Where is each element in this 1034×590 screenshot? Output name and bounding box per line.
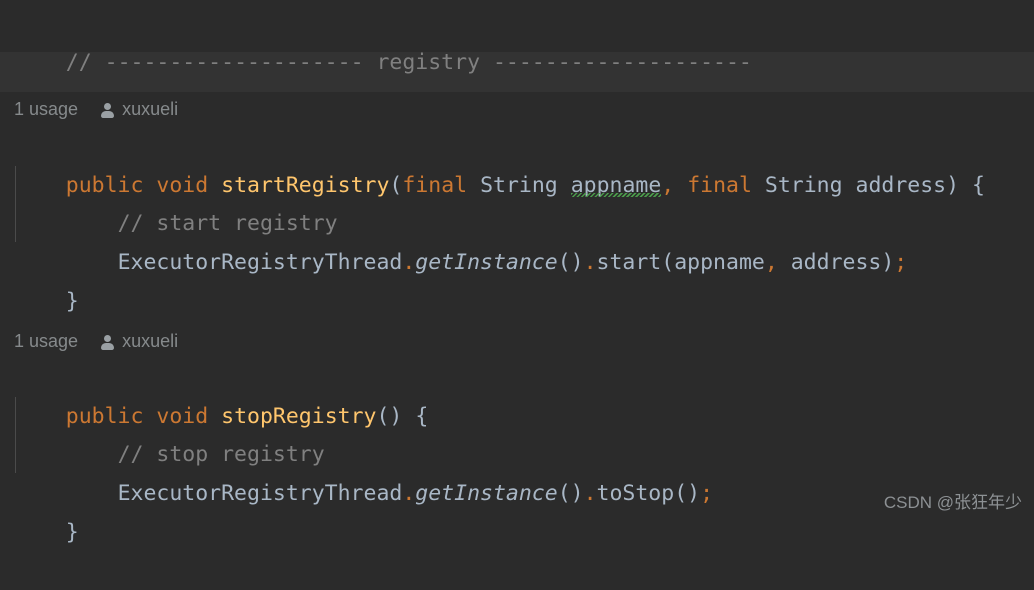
comment-dashes-right: -------------------- [492, 50, 752, 75]
comment-title: registry [363, 50, 493, 75]
code-editor[interactable]: // -------------------- registry -------… [0, 0, 1034, 545]
method-2-signature-line: public void stopRegistry() { [0, 360, 1034, 429]
author-label[interactable]: xuxueli [122, 328, 178, 354]
method-2-close-brace-line: } [0, 476, 1034, 545]
inlay-hint-method-1[interactable]: 1 usage xuxueli [14, 96, 178, 122]
method-1-signature-line: public void startRegistry(final String a… [0, 129, 1034, 198]
method-2-body-statement-line: ExecutorRegistryThread.getInstance().toS… [0, 437, 1034, 506]
usage-count-label[interactable]: 1 usage [14, 328, 78, 354]
person-icon [100, 334, 115, 350]
author-label[interactable]: xuxueli [122, 96, 178, 122]
method-1-body-statement-line: ExecutorRegistryThread.getInstance().sta… [0, 206, 1034, 275]
inlay-hint-method-2[interactable]: 1 usage xuxueli [14, 328, 178, 354]
comment-dashes-left: -------------------- [104, 50, 364, 75]
csdn-watermark: CSDN @张狂年少 [883, 493, 1022, 512]
section-comment-line: // -------------------- registry -------… [0, 6, 1034, 75]
usage-count-label[interactable]: 1 usage [14, 96, 78, 122]
method-1-close-brace-line: } [0, 245, 1034, 314]
close-brace: } [65, 520, 79, 545]
method-1-body-comment-line: // start registry [0, 167, 1034, 236]
person-icon [100, 102, 115, 118]
method-2-body-comment-line: // stop registry [0, 398, 1034, 467]
comment-slashes: // [65, 50, 105, 75]
close-brace: } [65, 289, 79, 314]
